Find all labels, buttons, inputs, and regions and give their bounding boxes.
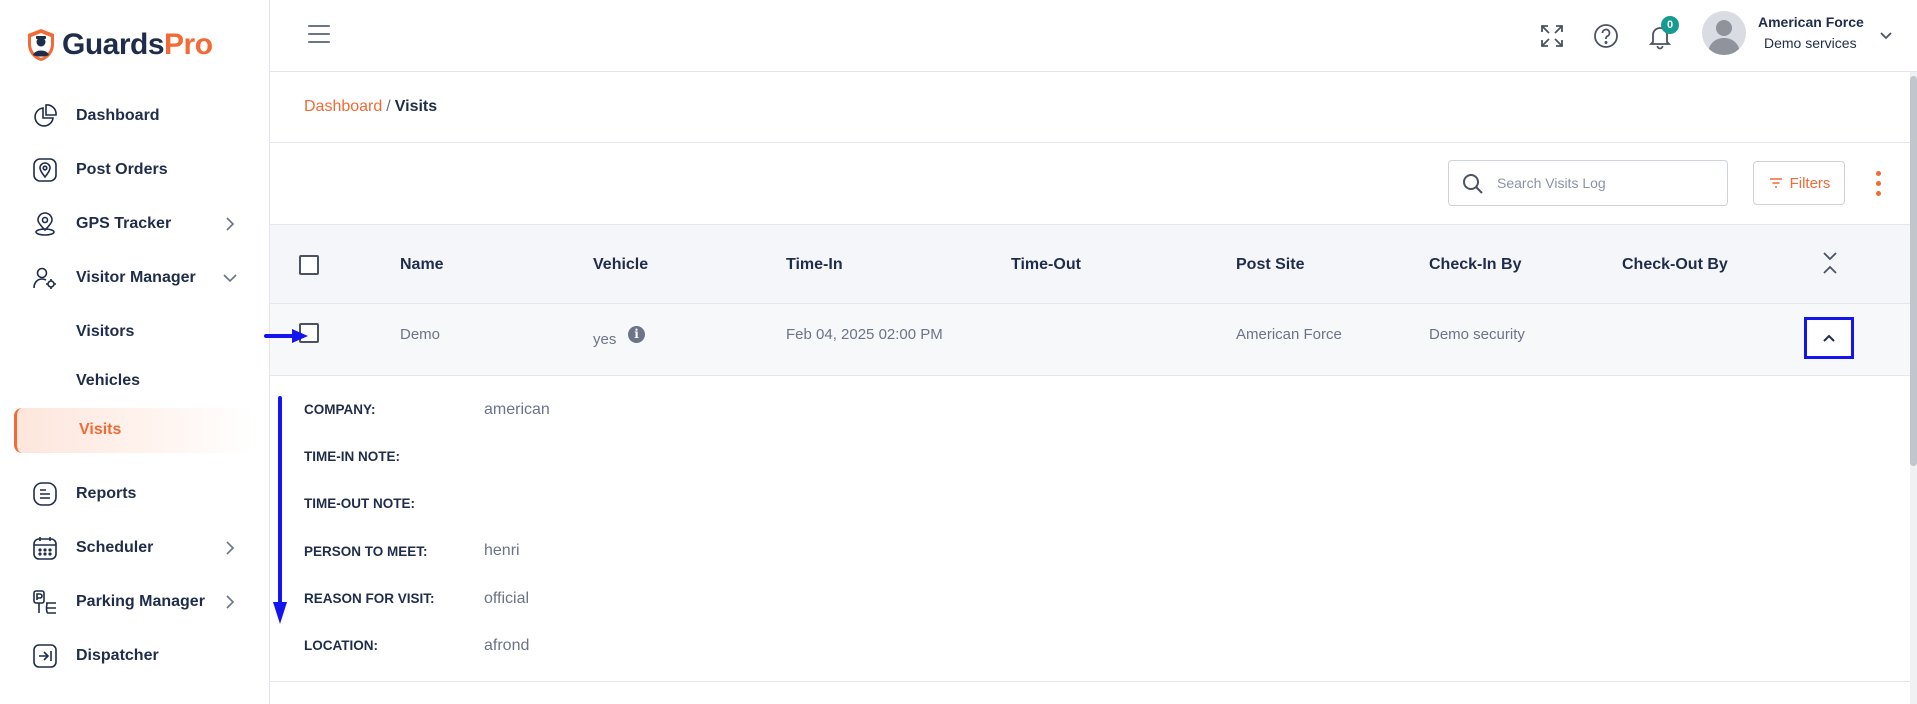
- sidebar-item-label: Visitor Manager: [76, 269, 196, 286]
- column-header-time-in[interactable]: Time-In: [786, 256, 843, 274]
- chevron-down-icon[interactable]: [1878, 27, 1894, 43]
- filters-label: Filters: [1789, 174, 1831, 192]
- sidebar-item-label: Scheduler: [76, 539, 154, 556]
- sidebar-item-scheduler[interactable]: Scheduler: [30, 530, 240, 566]
- row-collapse-button[interactable]: [1804, 317, 1854, 359]
- notification-badge: 0: [1661, 16, 1679, 34]
- table-row[interactable]: Demo yes i Feb 04, 2025 02:00 PM America…: [270, 304, 1910, 376]
- cell-check-in-by: Demo security: [1429, 326, 1525, 343]
- chevron-right-icon: [226, 541, 235, 555]
- parking-icon: [30, 587, 60, 617]
- detail-value-company: american: [484, 401, 550, 418]
- column-header-time-out[interactable]: Time-Out: [1011, 256, 1081, 274]
- shield-logo-icon: [28, 29, 54, 61]
- user-name: American Force: [1758, 14, 1864, 30]
- chevron-right-icon: [226, 217, 235, 231]
- cell-name: Demo: [400, 326, 441, 343]
- breadcrumb-separator: /: [386, 98, 391, 115]
- select-all-checkbox[interactable]: [299, 255, 319, 275]
- cell-post-site: American Force: [1236, 326, 1342, 343]
- sidebar-item-post-orders[interactable]: Post Orders: [30, 152, 240, 188]
- column-header-check-out-by[interactable]: Check-Out By: [1622, 256, 1728, 274]
- sidebar-item-gps-tracker[interactable]: GPS Tracker: [30, 206, 240, 242]
- chevron-up-icon: [1823, 334, 1835, 342]
- column-header-check-in-by[interactable]: Check-In By: [1429, 256, 1521, 274]
- cell-vehicle: yes: [593, 331, 617, 348]
- detail-label-person-to-meet: PERSON TO MEET:: [304, 544, 428, 559]
- detail-label-company: COMPANY:: [304, 402, 376, 417]
- sidebar-item-label: Dispatcher: [76, 647, 159, 664]
- guardspro-logo[interactable]: GuardsPro: [26, 28, 213, 62]
- menu-toggle-icon[interactable]: [308, 25, 330, 43]
- detail-value-location: afrond: [484, 637, 530, 654]
- detail-value-reason-for-visit: official: [484, 590, 530, 607]
- fullscreen-icon[interactable]: [1538, 22, 1566, 50]
- sidebar-item-dispatcher[interactable]: Dispatcher: [30, 638, 240, 674]
- logo-text: GuardsPro: [62, 28, 213, 61]
- chevron-down-icon: [223, 274, 237, 283]
- help-icon[interactable]: [1592, 22, 1620, 50]
- more-options-icon[interactable]: [1874, 171, 1882, 197]
- info-icon[interactable]: i: [628, 326, 645, 343]
- cell-time-in: Feb 04, 2025 02:00 PM: [786, 326, 943, 343]
- collapse-all-icon[interactable]: [1821, 250, 1839, 276]
- detail-label-time-out-note: TIME-OUT NOTE:: [304, 496, 415, 511]
- document-icon: [30, 479, 60, 509]
- search-icon: [1463, 174, 1483, 194]
- user-organization: Demo services: [1764, 35, 1857, 51]
- calendar-icon: [30, 533, 60, 563]
- table-bottom-border: [270, 681, 1910, 682]
- filter-icon: [1769, 178, 1782, 188]
- annotation-arrow-down-icon: [273, 396, 287, 624]
- detail-label-time-in-note: TIME-IN NOTE:: [304, 449, 400, 464]
- avatar-silhouette-icon: [1708, 20, 1740, 55]
- user-gear-icon: [30, 263, 60, 293]
- chevron-right-icon: [226, 595, 235, 609]
- sidebar-item-label: Reports: [76, 485, 137, 502]
- sidebar-subitem-visitors[interactable]: Visitors: [76, 323, 134, 341]
- pie-chart-icon: [30, 101, 60, 131]
- column-header-post-site[interactable]: Post Site: [1236, 256, 1304, 274]
- detail-label-location: LOCATION:: [304, 638, 378, 653]
- search-box[interactable]: [1448, 160, 1728, 206]
- search-input[interactable]: [1497, 171, 1717, 195]
- breadcrumb-dashboard-link[interactable]: Dashboard: [304, 98, 382, 115]
- sidebar-item-label: GPS Tracker: [76, 215, 172, 232]
- sidebar-item-reports[interactable]: Reports: [30, 476, 240, 512]
- avatar[interactable]: [1702, 11, 1746, 55]
- breadcrumb: Dashboard / Visits: [304, 98, 437, 116]
- sidebar-item-dashboard[interactable]: Dashboard: [30, 98, 240, 134]
- top-bar: 0 American Force Demo services: [270, 0, 1917, 72]
- sidebar-subitem-visits[interactable]: Visits: [14, 408, 254, 453]
- sidebar-item-parking-manager[interactable]: Parking Manager: [30, 584, 240, 620]
- dispatch-icon: [30, 641, 60, 671]
- sidebar-item-visitor-manager[interactable]: Visitor Manager: [30, 260, 240, 296]
- table-header: Name Vehicle Time-In Time-Out Post Site …: [270, 224, 1910, 304]
- sidebar-item-label: Parking Manager: [76, 593, 205, 610]
- sidebar-item-label: Dashboard: [76, 107, 160, 124]
- sidebar-subitem-vehicles[interactable]: Vehicles: [76, 372, 140, 390]
- page-scrollbar[interactable]: [1910, 72, 1917, 704]
- filters-button[interactable]: Filters: [1753, 161, 1845, 205]
- gps-pin-icon: [30, 209, 60, 239]
- column-header-name[interactable]: Name: [400, 256, 444, 274]
- detail-label-reason-for-visit: REASON FOR VISIT:: [304, 591, 435, 606]
- column-header-vehicle[interactable]: Vehicle: [593, 256, 648, 274]
- sidebar-subitem-label: Visits: [79, 421, 122, 438]
- divider: [270, 142, 1917, 143]
- annotation-arrow-right-icon: [264, 329, 308, 343]
- sidebar-item-label: Post Orders: [76, 161, 168, 178]
- location-pin-icon: [30, 155, 60, 185]
- breadcrumb-current: Visits: [394, 98, 438, 115]
- detail-value-person-to-meet: henri: [484, 542, 520, 559]
- sidebar: GuardsPro Dashboard Post Orders GPS Trac…: [0, 0, 270, 704]
